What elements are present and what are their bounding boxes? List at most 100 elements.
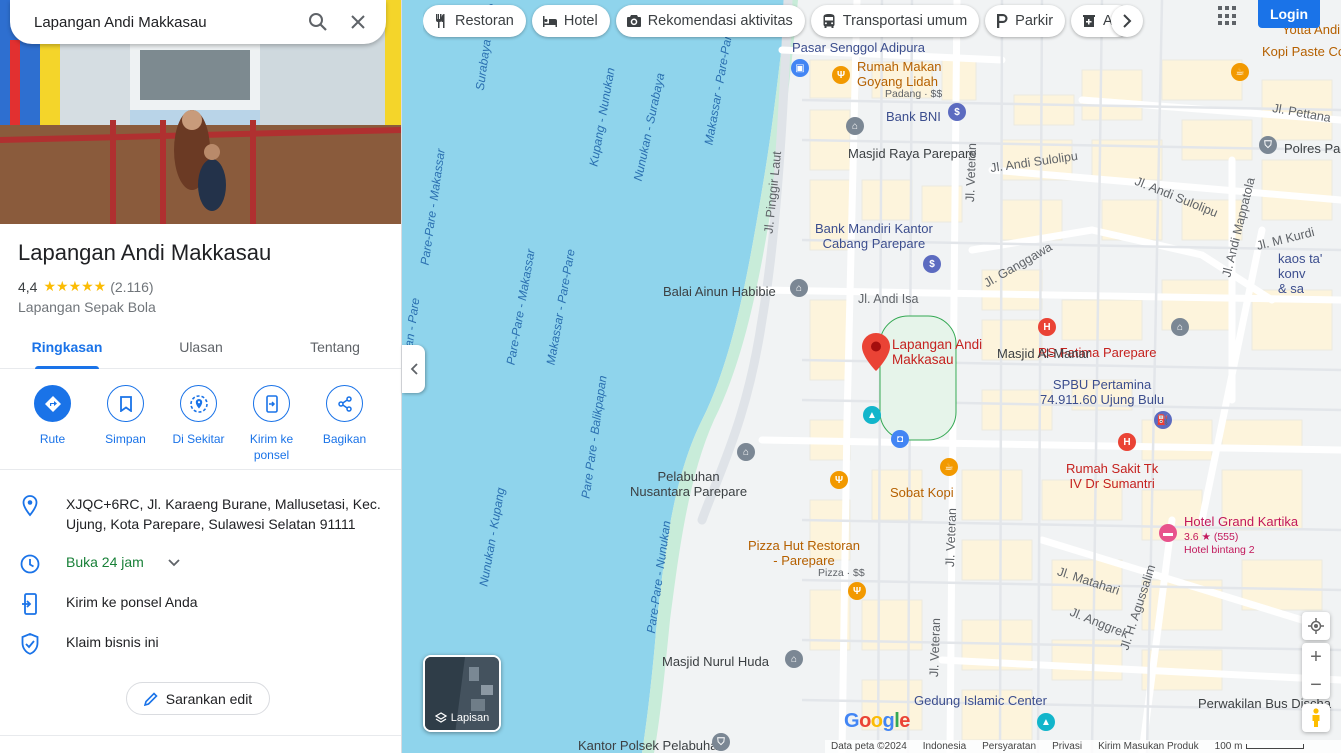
street-view-pegman-button[interactable]: [1302, 704, 1330, 732]
place-header: Lapangan Andi Makkasau 4,4 ★★★★★ (2.116)…: [18, 240, 271, 315]
map-label-kantor-polsek[interactable]: Kantor Polsek Pelabuhan: [578, 738, 725, 753]
chip-transportasi[interactable]: Transportasi umum: [810, 5, 980, 37]
my-location-button[interactable]: [1302, 612, 1330, 640]
chip-restoran[interactable]: Restoran: [423, 5, 526, 37]
map-label-hotel-grand[interactable]: Hotel Grand Kartika: [1184, 514, 1298, 529]
cafe-icon[interactable]: ☕: [1231, 63, 1249, 81]
layers-label: Lapisan: [450, 712, 490, 724]
chip-label: Parkir: [1015, 13, 1054, 29]
clock-icon: [18, 552, 42, 576]
map-label-rumah-makan[interactable]: Rumah Makan Goyang Lidah: [857, 59, 942, 89]
zoom-out-button[interactable]: −: [1302, 671, 1330, 699]
pharmacy-icon: [1083, 15, 1096, 27]
chip-rekomendasi[interactable]: Rekomendasi aktivitas: [615, 5, 805, 37]
send-to-phone-button[interactable]: Kirim ke ponsel: [235, 370, 308, 469]
tab-ringkasan[interactable]: Ringkasan: [0, 330, 134, 369]
monument-icon[interactable]: ▲: [863, 406, 881, 424]
landmark-icon[interactable]: ⌂: [790, 279, 808, 297]
cafe-icon[interactable]: ☕: [940, 458, 958, 476]
directions-button[interactable]: Rute: [16, 370, 89, 469]
login-button[interactable]: Login: [1258, 0, 1320, 28]
star-rating: ★★★★★: [43, 278, 107, 294]
road-label: Jl. Andi Isa: [858, 292, 919, 306]
landmark-icon[interactable]: ▲: [1037, 713, 1055, 731]
nearby-icon: [189, 394, 208, 413]
restaurant-icon[interactable]: Ψ: [832, 66, 850, 84]
search-button[interactable]: [298, 2, 338, 42]
claim-business-row[interactable]: Klaim bisnis ini: [0, 632, 401, 655]
tab-ulasan[interactable]: Ulasan: [134, 330, 268, 368]
place-tabs: Ringkasan Ulasan Tentang: [0, 330, 401, 369]
bus-stop-icon[interactable]: ▣: [791, 59, 809, 77]
privacy-link[interactable]: Privasi: [1052, 741, 1082, 752]
place-category[interactable]: Lapangan Sepak Bola: [18, 299, 271, 315]
scale-indicator[interactable]: 100 m: [1215, 741, 1305, 752]
bookmark-icon: [119, 395, 132, 412]
map-label-kaos[interactable]: kaos ta' konv & sa: [1278, 251, 1341, 296]
nearby-button[interactable]: Di Sekitar: [162, 370, 235, 469]
hours-row[interactable]: Buka 24 jam: [0, 552, 401, 574]
chips-scroll-right-button[interactable]: [1111, 5, 1143, 37]
send-to-phone-row[interactable]: Kirim ke ponsel Anda: [0, 592, 401, 615]
apps-grid-icon[interactable]: [1218, 6, 1238, 26]
police-icon[interactable]: ⛉: [1259, 136, 1277, 154]
bank-icon[interactable]: $: [923, 255, 941, 273]
chevron-down-icon[interactable]: [168, 552, 180, 572]
map-label-pelabuhan[interactable]: Pelabuhan Nusantara Parepare: [630, 469, 747, 499]
shopping-icon[interactable]: ◘: [891, 430, 909, 448]
map-label-gedung[interactable]: Gedung Islamic Center: [914, 693, 1047, 708]
police-icon[interactable]: ⛉: [712, 733, 730, 751]
port-icon[interactable]: ⌂: [737, 443, 755, 461]
chip-parkir[interactable]: Parkir: [985, 5, 1066, 37]
restaurant-icon[interactable]: Ψ: [830, 471, 848, 489]
chip-hotel[interactable]: Hotel: [531, 5, 610, 37]
tab-tentang[interactable]: Tentang: [268, 330, 401, 368]
chevron-left-icon: [410, 363, 418, 375]
feedback-link[interactable]: Kirim Masukan Produk: [1098, 741, 1199, 752]
hotel-icon[interactable]: ▬: [1159, 524, 1177, 542]
map-label-sobat-kopi[interactable]: Sobat Kopi: [890, 485, 954, 500]
map-label-spbu[interactable]: SPBU Pertamina 74.911.60 Ujung Bulu: [1040, 377, 1164, 407]
rating-value: 4,4: [18, 278, 38, 295]
map-label-bank-mandiri[interactable]: Bank Mandiri Kantor Cabang Parepare: [815, 221, 933, 251]
map-label-masjid-almanar[interactable]: Masjid Al-Manar: [997, 346, 1090, 361]
layers-button[interactable]: Lapisan: [423, 655, 501, 732]
collapse-panel-button[interactable]: [402, 345, 425, 393]
map-label-polres[interactable]: Polres Pa: [1284, 141, 1340, 156]
hospital-icon[interactable]: H: [1118, 433, 1136, 451]
hospital-icon[interactable]: H: [1038, 318, 1056, 336]
send-to-phone-icon: [265, 394, 278, 413]
country-link[interactable]: Indonesia: [923, 741, 966, 752]
address-row[interactable]: XJQC+6RC, Jl. Karaeng Burane, Mallusetas…: [0, 494, 390, 534]
suggest-edit-button[interactable]: Sarankan edit: [126, 682, 270, 715]
map-label-balai[interactable]: Balai Ainun Habibie: [663, 284, 776, 299]
rating-stars: ★★★★★: [43, 278, 106, 295]
send-to-phone-label: Kirim ke ponsel: [249, 432, 294, 462]
share-button[interactable]: Bagikan: [308, 370, 381, 469]
mosque-icon[interactable]: ⌂: [1171, 318, 1189, 336]
search-input[interactable]: Lapangan Andi Makkasau: [34, 14, 298, 31]
mosque-icon[interactable]: ⌂: [785, 650, 803, 668]
bank-icon[interactable]: $: [948, 103, 966, 121]
map-label-pizza[interactable]: Pizza Hut Restoran - Parepare: [748, 538, 860, 568]
save-button[interactable]: Simpan: [89, 370, 162, 469]
restaurant-icon[interactable]: Ψ: [848, 582, 866, 600]
map-label-kopi-paste[interactable]: Kopi Paste Coffe: [1262, 44, 1341, 59]
map-canvas[interactable]: Surabaya - Pare Pare-Pare - Makassar Kup…: [402, 0, 1341, 753]
terms-link[interactable]: Persyaratan: [982, 741, 1036, 752]
map-label-masjid-nurul[interactable]: Masjid Nurul Huda: [662, 654, 769, 669]
clear-search-button[interactable]: [338, 2, 378, 42]
selected-place-label[interactable]: Lapangan Andi Makkasau: [892, 337, 982, 367]
selected-place-marker-icon[interactable]: [862, 333, 890, 371]
search-box[interactable]: Lapangan Andi Makkasau: [10, 0, 386, 44]
google-logo: Google: [844, 710, 910, 732]
send-to-phone-button-circle: [253, 385, 290, 422]
review-count-link[interactable]: (2.116): [110, 279, 153, 295]
share-button-circle: [326, 385, 363, 422]
gas-station-icon[interactable]: ⛽: [1154, 411, 1172, 429]
mosque-icon[interactable]: ⌂: [846, 117, 864, 135]
map-label-rs-tk[interactable]: Rumah Sakit Tk IV Dr Sumantri: [1066, 461, 1158, 491]
map-label-bank-bni[interactable]: Bank BNI: [886, 109, 941, 124]
map-label-masjid-raya[interactable]: Masjid Raya Parepare: [848, 146, 977, 161]
zoom-in-button[interactable]: +: [1302, 643, 1330, 671]
